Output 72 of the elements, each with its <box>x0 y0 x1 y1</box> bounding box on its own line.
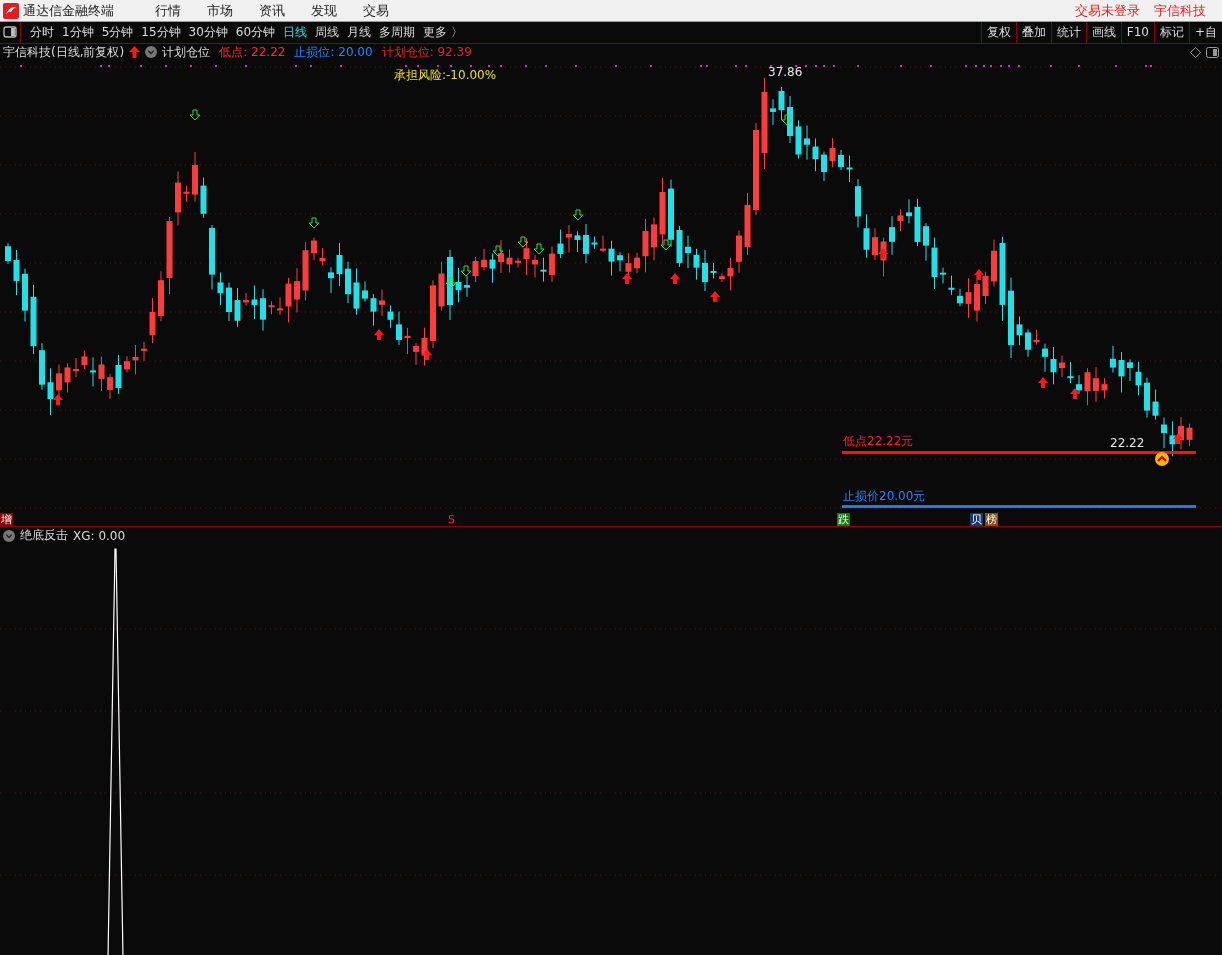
menu-item[interactable]: 发现 <box>311 1 337 20</box>
up-arrow-icon <box>53 394 63 405</box>
login-status[interactable]: 交易未登录 <box>1075 1 1140 20</box>
down-arrow-icon <box>189 109 201 121</box>
up-arrow-icon <box>670 273 680 284</box>
event-badge[interactable]: 贝 <box>970 513 983 526</box>
toolbar-button[interactable]: 标记 <box>1153 22 1189 43</box>
period-tab[interactable]: 1分钟 <box>58 24 98 41</box>
toolbar-button[interactable]: 统计 <box>1050 22 1086 43</box>
indicator-value: 止损位: 20.00 <box>294 43 373 61</box>
stop-line-label: 止损价20.00元 <box>843 488 926 505</box>
toolbar-button[interactable]: F10 <box>1120 22 1154 43</box>
period-tab[interactable]: 30分钟 <box>184 24 232 41</box>
up-arrow-icon <box>878 248 888 259</box>
down-arrow-icon <box>781 114 793 126</box>
period-tab[interactable]: 月线 <box>343 24 376 41</box>
down-arrow-icon <box>308 217 320 229</box>
toolbar-button[interactable]: 画线 <box>1085 22 1121 43</box>
up-arrow-icon <box>1173 433 1183 444</box>
dropdown-icon[interactable] <box>145 46 158 58</box>
app-name: 通达信金融终端 <box>23 1 114 20</box>
indicator-name: 计划仓位 <box>162 43 211 61</box>
event-badge[interactable]: 榜 <box>985 513 998 526</box>
up-arrow-icon <box>129 46 141 58</box>
low-line-label: 低点22.22元 <box>843 433 914 450</box>
panel-toggle-icon[interactable] <box>0 22 21 43</box>
down-arrow-icon <box>445 277 457 289</box>
period-tab[interactable]: 5分钟 <box>97 24 138 41</box>
period-tab[interactable]: 60分钟 <box>231 24 280 41</box>
menu-item[interactable]: 市场 <box>207 1 233 20</box>
period-tab[interactable]: 15分钟 <box>137 24 185 41</box>
down-arrow-icon <box>572 209 584 221</box>
low-price-label: 22.22 <box>1110 436 1145 450</box>
event-badge[interactable]: S <box>447 513 456 526</box>
indicator-value: XG: 0.00 <box>73 528 126 543</box>
event-badge[interactable]: 增 <box>0 513 13 526</box>
app-logo-icon <box>3 2 19 19</box>
stock-name: 宇信科技 <box>1154 1 1206 20</box>
up-arrow-icon <box>974 269 984 280</box>
menu-item[interactable]: 资讯 <box>259 1 285 20</box>
period-tab[interactable]: 分时 <box>26 24 58 41</box>
menu-item[interactable]: 行情 <box>155 1 181 20</box>
up-arrow-icon <box>710 291 720 302</box>
period-tab[interactable]: 周线 <box>311 24 344 41</box>
indicator-value: 计划仓位: 92.39 <box>381 43 472 61</box>
down-arrow-icon <box>460 265 472 277</box>
dropdown-icon[interactable] <box>3 529 15 542</box>
stock-label: 宇信科技(日线,前复权) <box>3 43 125 61</box>
down-arrow-icon <box>492 245 504 257</box>
indicator-name: 绝底反击 <box>20 527 68 544</box>
event-badge[interactable]: 跌 <box>837 513 850 526</box>
indicator-value: 低点: 22.22 <box>219 43 286 61</box>
menu-item[interactable]: 交易 <box>363 1 389 20</box>
up-arrow-icon <box>374 329 384 340</box>
period-tab[interactable]: 更多 〉 <box>419 24 467 41</box>
diamond-icon[interactable] <box>1190 46 1201 58</box>
down-arrow-icon <box>533 243 545 255</box>
period-tab[interactable]: 多周期 <box>375 24 420 41</box>
toolbar-button[interactable]: +自 <box>1188 22 1222 43</box>
high-price-label: 37.86 <box>768 65 803 79</box>
buy-signal-icon <box>1155 452 1169 466</box>
toolbar-button[interactable]: 复权 <box>980 22 1016 43</box>
panel-toggle-icon[interactable] <box>1206 46 1219 58</box>
up-arrow-icon <box>622 273 632 284</box>
risk-label: 承担风险:-10.00% <box>394 67 497 84</box>
up-arrow-icon <box>1038 377 1048 388</box>
period-tab[interactable]: 日线 <box>279 24 312 41</box>
down-arrow-icon <box>517 236 529 248</box>
up-arrow-icon <box>1070 388 1080 399</box>
down-arrow-icon <box>660 239 672 251</box>
toolbar-button[interactable]: 叠加 <box>1015 22 1051 43</box>
up-arrow-icon <box>422 349 432 360</box>
